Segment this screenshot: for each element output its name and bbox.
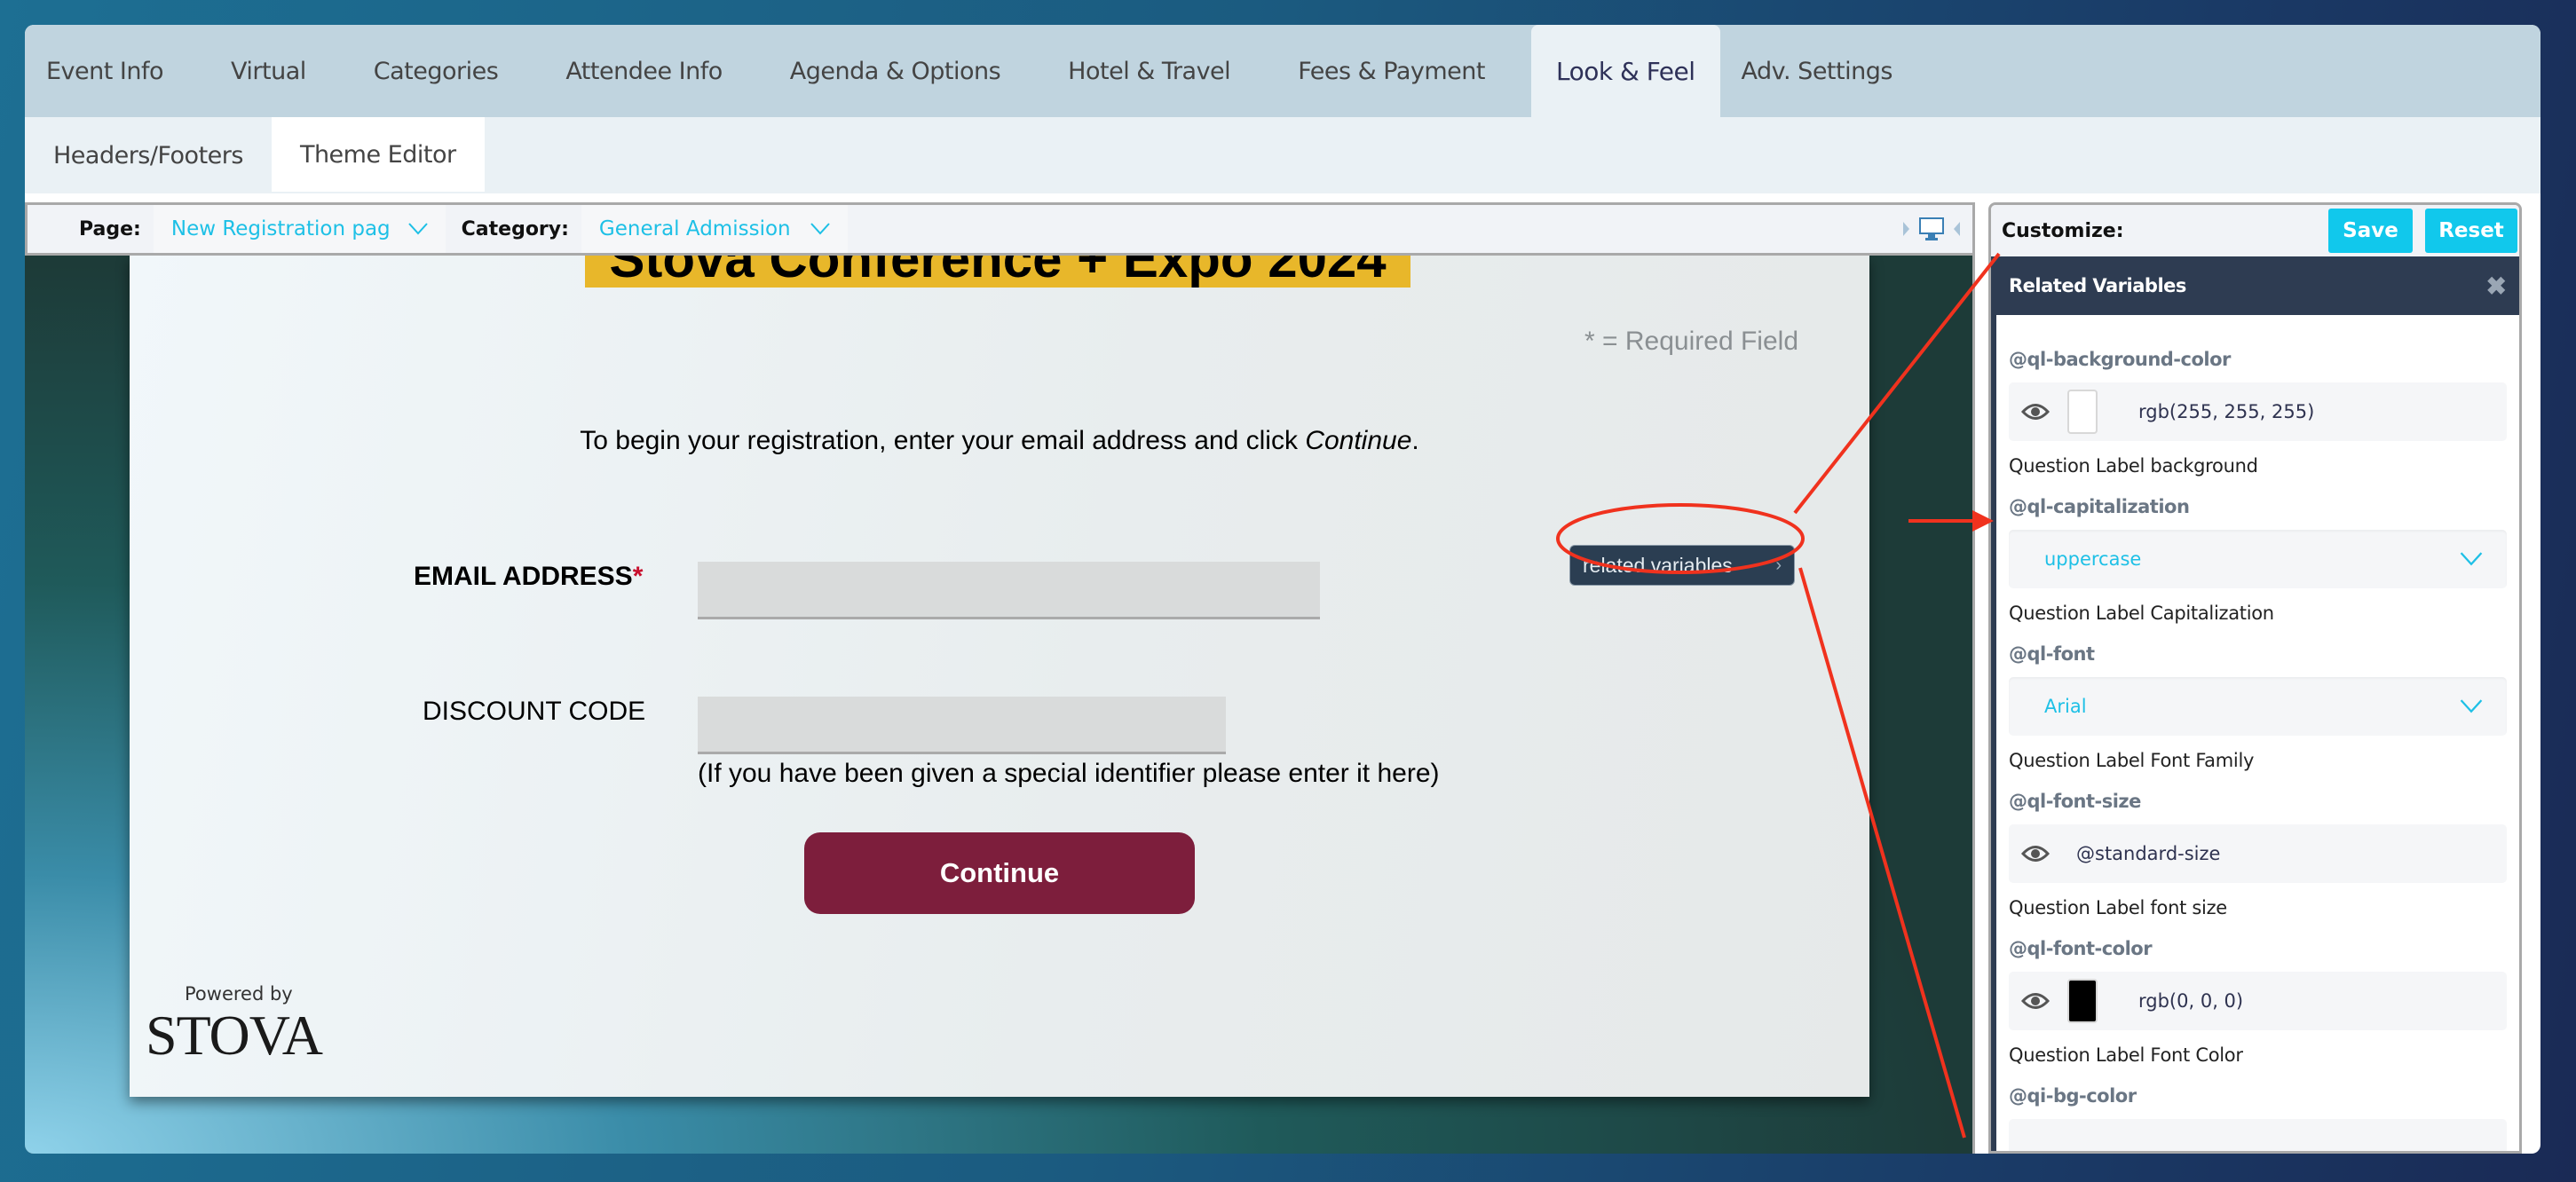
select-value: Arial (2044, 696, 2087, 717)
variable-item: @ql-font Arial Question Label Font Famil… (2009, 643, 2507, 771)
capitalization-select[interactable]: uppercase (2009, 530, 2507, 588)
variable-name: @ql-background-color (2009, 349, 2231, 370)
discount-code-field[interactable] (698, 697, 1226, 754)
subtab-headers-footers[interactable]: Headers/Footers (25, 117, 272, 193)
related-variables-chip[interactable]: related variables › (1569, 545, 1795, 586)
continue-button[interactable]: Continue (804, 832, 1195, 914)
variable-value: rgb(0, 0, 0) (2138, 990, 2244, 1012)
required-star: * (632, 562, 644, 591)
powered-by-text: Powered by (185, 983, 293, 1005)
editor-window: Event Info Virtual Categories Attendee I… (25, 25, 2540, 1154)
color-input[interactable]: rgb(255, 255, 255) (2009, 382, 2507, 441)
font-select[interactable]: Arial (2009, 677, 2507, 736)
variable-item: @ql-background-color rgb(255, 255, 255) … (2009, 349, 2507, 477)
variable-description: Question Label background (2009, 455, 2258, 477)
variable-value: rgb(255, 255, 255) (2138, 401, 2315, 422)
variable-value: @standard-size (2076, 843, 2221, 864)
intro-text-emphasis: Continue (1305, 426, 1412, 455)
tab-fees-payment[interactable]: Fees & Payment (1276, 25, 1506, 117)
variable-description: Question Label font size (2009, 897, 2227, 918)
tab-categories[interactable]: Categories (352, 25, 520, 117)
discount-hint: (If you have been given a special identi… (698, 759, 1440, 788)
select-value: uppercase (2044, 548, 2142, 570)
customize-title: Customize: (2002, 219, 2124, 242)
variable-description: Question Label Capitalization (2009, 603, 2274, 624)
email-label: EMAIL ADDRESS* (414, 562, 643, 592)
variable-item: @qi-bg-color (2009, 1085, 2507, 1151)
top-tab-bar: Event Info Virtual Categories Attendee I… (25, 25, 2540, 117)
font-size-input[interactable]: @standard-size (2009, 824, 2507, 883)
discount-label: DISCOUNT CODE (423, 697, 646, 726)
page-label: Page: (79, 217, 141, 240)
intro-text-end: . (1411, 426, 1419, 455)
variable-description: Question Label Font Color (2009, 1044, 2243, 1066)
tab-hotel-travel[interactable]: Hotel & Travel (1047, 25, 1252, 117)
color-swatch[interactable] (2067, 979, 2098, 1023)
desktop-monitor-icon[interactable] (1918, 217, 1945, 241)
tab-event-info[interactable]: Event Info (25, 25, 185, 117)
category-label: Category: (461, 217, 569, 240)
tab-look-feel[interactable]: Look & Feel (1530, 25, 1720, 117)
reset-button[interactable]: Reset (2425, 209, 2517, 253)
device-toggle (1903, 217, 1972, 241)
variable-item: @ql-capitalization uppercase Question La… (2009, 496, 2507, 624)
category-select[interactable]: General Admission (581, 205, 848, 253)
arrow-left-icon[interactable] (1954, 222, 1960, 236)
eye-icon[interactable] (2021, 844, 2050, 863)
variable-name: @ql-font-color (2009, 938, 2153, 959)
variable-name: @ql-capitalization (2009, 496, 2190, 517)
related-variables-title: Related Variables (2009, 275, 2186, 296)
variable-item: @ql-font-size @standard-size Question La… (2009, 791, 2507, 918)
stova-logo: STOVA (146, 1004, 323, 1067)
variable-name: @qi-bg-color (2009, 1085, 2137, 1107)
chevron-right-icon: › (1775, 555, 1782, 575)
chevron-down-icon (2460, 699, 2483, 713)
color-input[interactable]: rgb(0, 0, 0) (2009, 972, 2507, 1030)
intro-text-main: To begin your registration, enter your e… (580, 426, 1306, 455)
related-variables-header: Related Variables ✖ (1996, 256, 2519, 315)
email-field[interactable] (698, 562, 1320, 619)
sub-tab-bar: Headers/Footers Theme Editor (25, 117, 2540, 193)
customize-header: Customize: Save Reset (1991, 205, 2519, 256)
intro-text: To begin your registration, enter your e… (130, 426, 1869, 456)
chevron-down-icon (810, 223, 830, 235)
close-icon[interactable]: ✖ (2486, 272, 2507, 301)
color-swatch[interactable] (2067, 390, 2098, 434)
required-field-note: * = Required Field (1584, 327, 1798, 356)
related-variables-panel: Related Variables ✖ @ql-background-color… (1991, 256, 2519, 1151)
arrow-right-icon[interactable] (1903, 222, 1909, 236)
variables-list[interactable]: @ql-background-color rgb(255, 255, 255) … (1996, 315, 2519, 1151)
partial-input[interactable] (2009, 1119, 2507, 1151)
chevron-down-icon (2460, 552, 2483, 566)
theme-preview: Stova Conference + Expo 2024 * = Require… (25, 256, 1975, 1154)
eye-icon[interactable] (2021, 991, 2050, 1011)
email-label-text: EMAIL ADDRESS (414, 562, 633, 591)
registration-page: Stova Conference + Expo 2024 * = Require… (130, 256, 1869, 1097)
page-select[interactable]: New Registration pag (153, 205, 446, 253)
customize-panel: Customize: Save Reset Related Variables … (1988, 202, 2522, 1154)
save-button[interactable]: Save (2328, 209, 2413, 253)
category-select-value: General Admission (598, 217, 791, 240)
variable-description: Question Label Font Family (2009, 750, 2255, 771)
chevron-down-icon (407, 223, 428, 235)
related-variables-chip-label: related variables (1583, 553, 1733, 577)
subtab-theme-editor[interactable]: Theme Editor (271, 117, 485, 192)
event-title: Stova Conference + Expo 2024 (585, 256, 1410, 288)
page-select-value: New Registration pag (170, 217, 391, 240)
tab-attendee-info[interactable]: Attendee Info (544, 25, 743, 117)
tab-adv-settings[interactable]: Adv. Settings (1720, 25, 1914, 117)
preview-toolbar: Page: New Registration pag Category: Gen… (25, 202, 1975, 256)
tab-agenda-options[interactable]: Agenda & Options (769, 25, 1022, 117)
variable-name: @ql-font-size (2009, 791, 2141, 812)
eye-icon[interactable] (2021, 402, 2050, 422)
tab-virtual[interactable]: Virtual (209, 25, 328, 117)
variable-item: @ql-font-color rgb(0, 0, 0) Question Lab… (2009, 938, 2507, 1066)
variable-name: @ql-font (2009, 643, 2095, 665)
